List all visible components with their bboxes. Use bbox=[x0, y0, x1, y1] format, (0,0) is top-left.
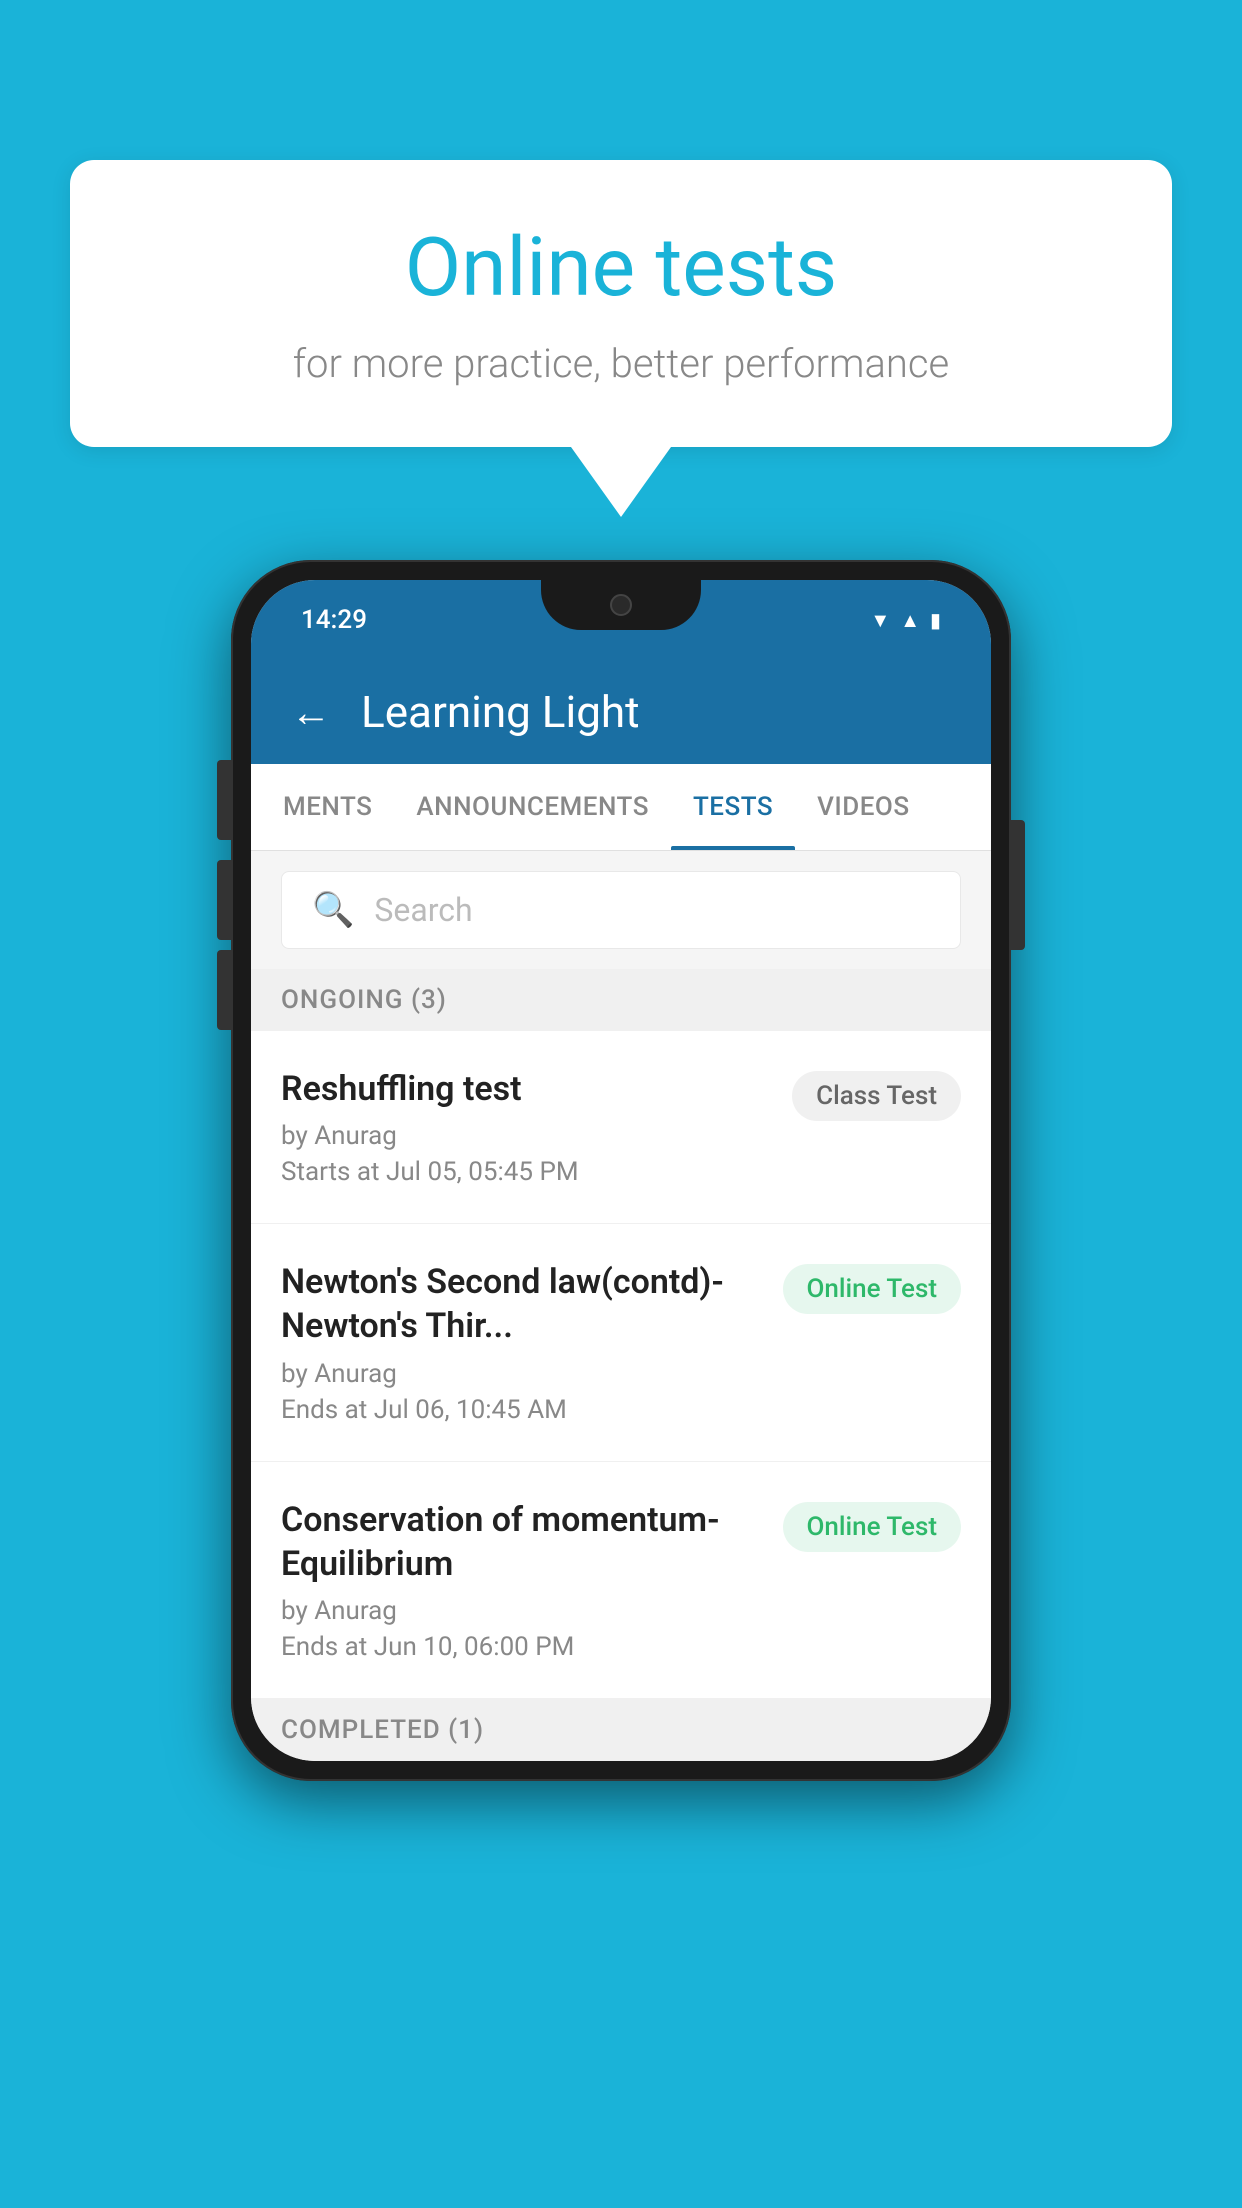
test-title: Conservation of momentum-Equilibrium bbox=[281, 1498, 763, 1586]
tab-tests[interactable]: TESTS bbox=[671, 764, 795, 850]
signal-icon: ▲ bbox=[900, 608, 920, 633]
promo-bubble: Online tests for more practice, better p… bbox=[70, 160, 1172, 517]
ongoing-section-header: ONGOING (3) bbox=[251, 969, 991, 1031]
status-icons: ▼ ▲ ▮ bbox=[870, 608, 941, 633]
search-bar[interactable]: 🔍 Search bbox=[281, 871, 961, 949]
test-by: by Anurag bbox=[281, 1596, 763, 1626]
battery-icon: ▮ bbox=[930, 608, 941, 632]
completed-section-header: COMPLETED (1) bbox=[251, 1699, 991, 1761]
search-container: 🔍 Search bbox=[251, 851, 991, 969]
test-item-content: Conservation of momentum-Equilibrium by … bbox=[281, 1498, 763, 1662]
test-date: Starts at Jul 05, 05:45 PM bbox=[281, 1157, 772, 1187]
phone-screen: 14:29 ▼ ▲ ▮ ← Learning Light MENTS bbox=[251, 580, 991, 1761]
front-camera bbox=[610, 594, 632, 616]
test-item[interactable]: Reshuffling test by Anurag Starts at Jul… bbox=[251, 1031, 991, 1224]
test-item[interactable]: Newton's Second law(contd)-Newton's Thir… bbox=[251, 1224, 991, 1461]
test-item-content: Newton's Second law(contd)-Newton's Thir… bbox=[281, 1260, 763, 1424]
status-time: 14:29 bbox=[301, 605, 367, 635]
test-title: Newton's Second law(contd)-Newton's Thir… bbox=[281, 1260, 763, 1348]
bubble-subtitle: for more practice, better performance bbox=[150, 340, 1092, 387]
test-badge-class: Class Test bbox=[792, 1071, 961, 1121]
completed-label: COMPLETED (1) bbox=[281, 1715, 484, 1745]
test-badge-online: Online Test bbox=[783, 1264, 962, 1314]
back-button[interactable]: ← bbox=[291, 689, 331, 736]
test-by: by Anurag bbox=[281, 1359, 763, 1389]
test-date: Ends at Jul 06, 10:45 AM bbox=[281, 1395, 763, 1425]
test-item-content: Reshuffling test by Anurag Starts at Jul… bbox=[281, 1067, 772, 1187]
ongoing-label: ONGOING (3) bbox=[281, 985, 447, 1015]
phone-outer: 14:29 ▼ ▲ ▮ ← Learning Light MENTS bbox=[231, 560, 1011, 1781]
test-title: Reshuffling test bbox=[281, 1067, 772, 1111]
test-by: by Anurag bbox=[281, 1121, 772, 1151]
test-date: Ends at Jun 10, 06:00 PM bbox=[281, 1632, 763, 1662]
tab-videos[interactable]: VIDEOS bbox=[795, 764, 931, 850]
test-list: Reshuffling test by Anurag Starts at Jul… bbox=[251, 1031, 991, 1699]
tabs-bar: MENTS ANNOUNCEMENTS TESTS VIDEOS bbox=[251, 764, 991, 851]
wifi-icon: ▼ bbox=[870, 608, 890, 633]
search-icon: 🔍 bbox=[312, 890, 354, 930]
phone-notch bbox=[541, 580, 701, 630]
tab-announcements[interactable]: ANNOUNCEMENTS bbox=[394, 764, 671, 850]
bubble-arrow bbox=[571, 447, 671, 517]
test-item[interactable]: Conservation of momentum-Equilibrium by … bbox=[251, 1462, 991, 1699]
test-badge-online: Online Test bbox=[783, 1502, 962, 1552]
app-header: ← Learning Light bbox=[251, 660, 991, 764]
phone-mockup: 14:29 ▼ ▲ ▮ ← Learning Light MENTS bbox=[231, 560, 1011, 1781]
status-bar: 14:29 ▼ ▲ ▮ bbox=[251, 580, 991, 660]
search-placeholder: Search bbox=[374, 891, 472, 929]
app-title: Learning Light bbox=[361, 686, 640, 738]
bubble-title: Online tests bbox=[150, 220, 1092, 316]
bubble-card: Online tests for more practice, better p… bbox=[70, 160, 1172, 447]
tab-ments[interactable]: MENTS bbox=[261, 764, 394, 850]
